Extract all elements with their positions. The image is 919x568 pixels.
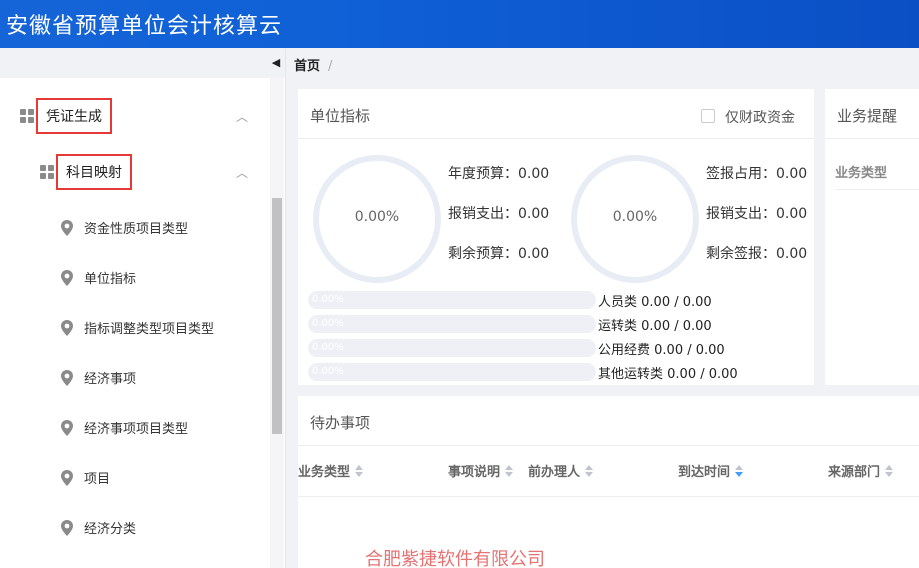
- panel-header: 业务提醒: [825, 89, 919, 139]
- fiscal-only-checkbox[interactable]: [701, 109, 715, 123]
- unit-indicator-panel: 单位指标 仅财政资金 0.00% 年度预算：0.00 报销支出：0.00 剩余预…: [298, 89, 814, 385]
- table-header-divider: [298, 496, 919, 497]
- company-watermark: 合肥紫捷软件有限公司: [365, 549, 545, 568]
- stat-signoff-reimbursed: 报销支出：0.00: [706, 206, 808, 222]
- top-bar: 安徽省预算单位会计核算云: [0, 0, 919, 48]
- panel-title: 待办事项: [310, 414, 371, 432]
- col-header-arrival-time[interactable]: 到达时间: [678, 461, 744, 480]
- breadcrumb-separator: /: [328, 59, 333, 74]
- stat-signoff-remaining: 剩余签报：0.00: [706, 246, 808, 262]
- grid-icon: [20, 109, 34, 123]
- fiscal-only-label: 仅财政资金: [725, 110, 795, 126]
- location-pin-icon: [60, 469, 74, 486]
- ring-percent: 0.00%: [354, 209, 400, 225]
- sidebar-item-economic-matter[interactable]: 经济事项: [60, 368, 136, 387]
- location-pin-icon: [60, 269, 74, 286]
- progress-bar-public-expense: 0.00%: [308, 339, 596, 357]
- progress-bar-operation: 0.00%: [308, 315, 596, 333]
- reminder-col-type: 业务类型: [835, 166, 888, 181]
- sidebar: ◀ 凭证生成 ︿ 科目映射 ︿ 资金性质项目类型 单位指标 指标调整类型项目类型…: [0, 48, 286, 568]
- budget-ring-chart: 0.00%: [309, 151, 445, 287]
- panel-header: 单位指标 仅财政资金: [298, 89, 814, 139]
- sidebar-item-label: 单位指标: [84, 272, 137, 287]
- stat-remaining-budget: 剩余预算：0.00: [448, 246, 550, 262]
- sidebar-item-project[interactable]: 项目: [60, 468, 110, 487]
- panel-title: 单位指标: [310, 107, 371, 125]
- bar-label: 其他运转类 0.00 / 0.00: [598, 367, 738, 382]
- ring-percent: 0.00%: [612, 209, 658, 225]
- progress-bar-other-operation: 0.00%: [308, 363, 596, 381]
- location-pin-icon: [60, 319, 74, 336]
- location-pin-icon: [60, 369, 74, 386]
- location-pin-icon: [60, 519, 74, 536]
- menu-group-account-mapping[interactable]: 科目映射: [40, 154, 132, 190]
- sidebar-item-label: 资金性质项目类型: [84, 222, 189, 237]
- stat-annual-budget: 年度预算：0.00: [448, 166, 550, 182]
- stat-reimbursed: 报销支出：0.00: [448, 206, 550, 222]
- sort-icon[interactable]: [355, 464, 364, 477]
- menu-group-label: 科目映射: [56, 154, 132, 190]
- chevron-up-icon[interactable]: ︿: [236, 164, 248, 181]
- grid-icon: [40, 165, 54, 179]
- progress-bar-percent: 0.00%: [312, 318, 344, 329]
- sort-icon[interactable]: [885, 464, 894, 477]
- sidebar-collapse-icon[interactable]: ◀: [270, 56, 282, 70]
- bar-label: 运转类 0.00 / 0.00: [598, 319, 712, 334]
- sidebar-item-unit-indicator[interactable]: 单位指标: [60, 268, 136, 287]
- progress-bar-percent: 0.00%: [312, 366, 344, 377]
- sidebar-item-label: 项目: [84, 472, 111, 487]
- progress-bar-personnel: 0.00%: [308, 291, 596, 309]
- sort-icon[interactable]: [505, 464, 514, 477]
- sidebar-item-economic-class[interactable]: 经济分类: [60, 518, 136, 537]
- sort-icon[interactable]: [585, 464, 594, 477]
- app-title: 安徽省预算单位会计核算云: [6, 14, 283, 39]
- chevron-up-icon[interactable]: ︿: [236, 108, 248, 125]
- bar-label: 公用经费 0.00 / 0.00: [598, 343, 725, 358]
- divider: [835, 189, 919, 190]
- sidebar-item-label: 经济事项: [84, 372, 137, 387]
- sidebar-toolbar: [0, 48, 285, 78]
- sidebar-item-label: 经济事项项目类型: [84, 422, 189, 437]
- panel-title: 业务提醒: [837, 107, 898, 125]
- col-header-source-dept[interactable]: 来源部门: [828, 461, 894, 480]
- breadcrumb-home[interactable]: 首页: [294, 59, 320, 74]
- bar-label: 人员类 0.00 / 0.00: [598, 295, 712, 310]
- business-reminder-panel: 业务提醒 业务类型: [825, 89, 919, 385]
- menu-group-label: 凭证生成: [36, 98, 112, 134]
- sidebar-item-fund-nature[interactable]: 资金性质项目类型: [60, 218, 188, 237]
- todo-panel: 待办事项: [298, 396, 919, 568]
- sidebar-scrollbar-thumb[interactable]: [272, 198, 282, 434]
- col-header-previous-handler[interactable]: 前办理人: [528, 461, 594, 480]
- sidebar-item-economic-matter-type[interactable]: 经济事项项目类型: [60, 418, 188, 437]
- progress-bar-percent: 0.00%: [312, 342, 344, 353]
- location-pin-icon: [60, 419, 74, 436]
- sort-icon[interactable]: [735, 464, 744, 477]
- sidebar-item-indicator-adjust[interactable]: 指标调整类型项目类型: [60, 318, 214, 337]
- signoff-ring-chart: 0.00%: [567, 151, 703, 287]
- panel-header: 待办事项: [298, 396, 919, 446]
- progress-bar-percent: 0.00%: [312, 294, 344, 305]
- location-pin-icon: [60, 219, 74, 236]
- menu-group-voucher[interactable]: 凭证生成: [20, 98, 112, 134]
- stat-signoff-used: 签报占用：0.00: [706, 166, 808, 182]
- col-header-description[interactable]: 事项说明: [448, 461, 514, 480]
- breadcrumb: 首页 /: [294, 55, 332, 74]
- sidebar-item-label: 经济分类: [84, 522, 137, 537]
- sidebar-item-label: 指标调整类型项目类型: [84, 322, 215, 337]
- col-header-business-type[interactable]: 业务类型: [298, 461, 364, 480]
